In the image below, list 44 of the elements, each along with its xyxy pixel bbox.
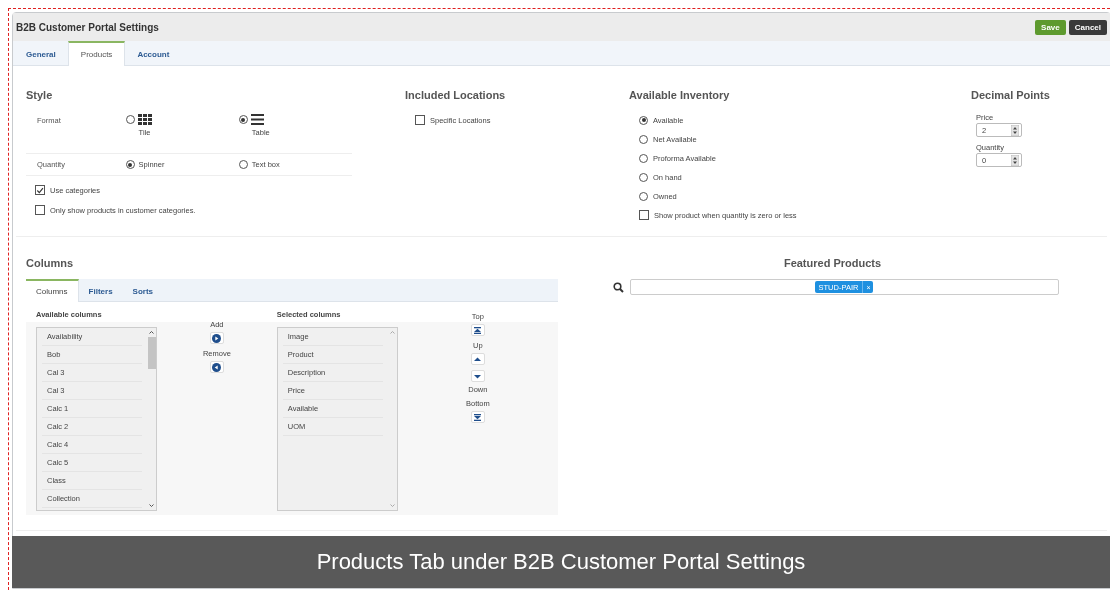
tab[interactable]: Account <box>125 41 182 65</box>
move-bottom-button[interactable] <box>470 411 485 423</box>
section-heading: Style <box>26 89 54 103</box>
checkbox[interactable] <box>415 115 425 125</box>
chevron-down-icon[interactable] <box>148 501 155 510</box>
section-heading: Featured Products <box>783 257 882 271</box>
tab[interactable]: Columns <box>26 279 79 302</box>
radio-button[interactable] <box>639 172 648 182</box>
radio-button[interactable] <box>639 153 648 163</box>
section-heading: Decimal Points <box>971 89 1051 103</box>
section-heading: Available Inventory <box>629 89 731 103</box>
caption-banner: Products Tab under B2B Customer Portal Settings <box>12 536 1110 588</box>
radio-button[interactable] <box>125 115 135 124</box>
circle-arrow-icon <box>212 333 222 343</box>
scrollbar[interactable] <box>147 328 156 510</box>
bar-arrow-icon <box>473 326 483 334</box>
tab[interactable]: Sorts <box>122 279 164 301</box>
window-title: B2B Customer Portal Settings <box>16 21 159 33</box>
circle-arrow-icon <box>212 362 222 372</box>
search-icon <box>612 281 624 293</box>
grid-icon <box>137 114 153 125</box>
cancel-button[interactable]: Cancel <box>1068 19 1107 35</box>
radio-button[interactable] <box>639 115 648 125</box>
radio-button[interactable] <box>238 115 248 124</box>
move-top-button[interactable] <box>470 324 485 336</box>
list-icon <box>250 114 264 125</box>
move-up-button[interactable] <box>470 353 485 365</box>
checkbox[interactable] <box>639 210 649 220</box>
radio-button[interactable] <box>125 160 135 169</box>
checkbox[interactable] <box>35 185 45 195</box>
tab[interactable]: Filters <box>78 279 123 301</box>
radio-button[interactable] <box>639 191 648 201</box>
move-down-button[interactable] <box>470 370 485 382</box>
radio-button[interactable] <box>238 160 248 169</box>
tab[interactable]: General <box>14 41 68 65</box>
section-heading: Included Locations <box>405 89 507 103</box>
add-button[interactable] <box>209 332 224 344</box>
remove-button[interactable] <box>209 361 224 373</box>
tab[interactable]: Products <box>67 41 126 66</box>
section-heading: Columns <box>26 257 75 271</box>
bar-arrow-icon <box>473 413 483 421</box>
scrollbar-thumb[interactable] <box>147 337 156 369</box>
radio-button[interactable] <box>639 134 648 144</box>
checkbox[interactable] <box>35 205 45 215</box>
